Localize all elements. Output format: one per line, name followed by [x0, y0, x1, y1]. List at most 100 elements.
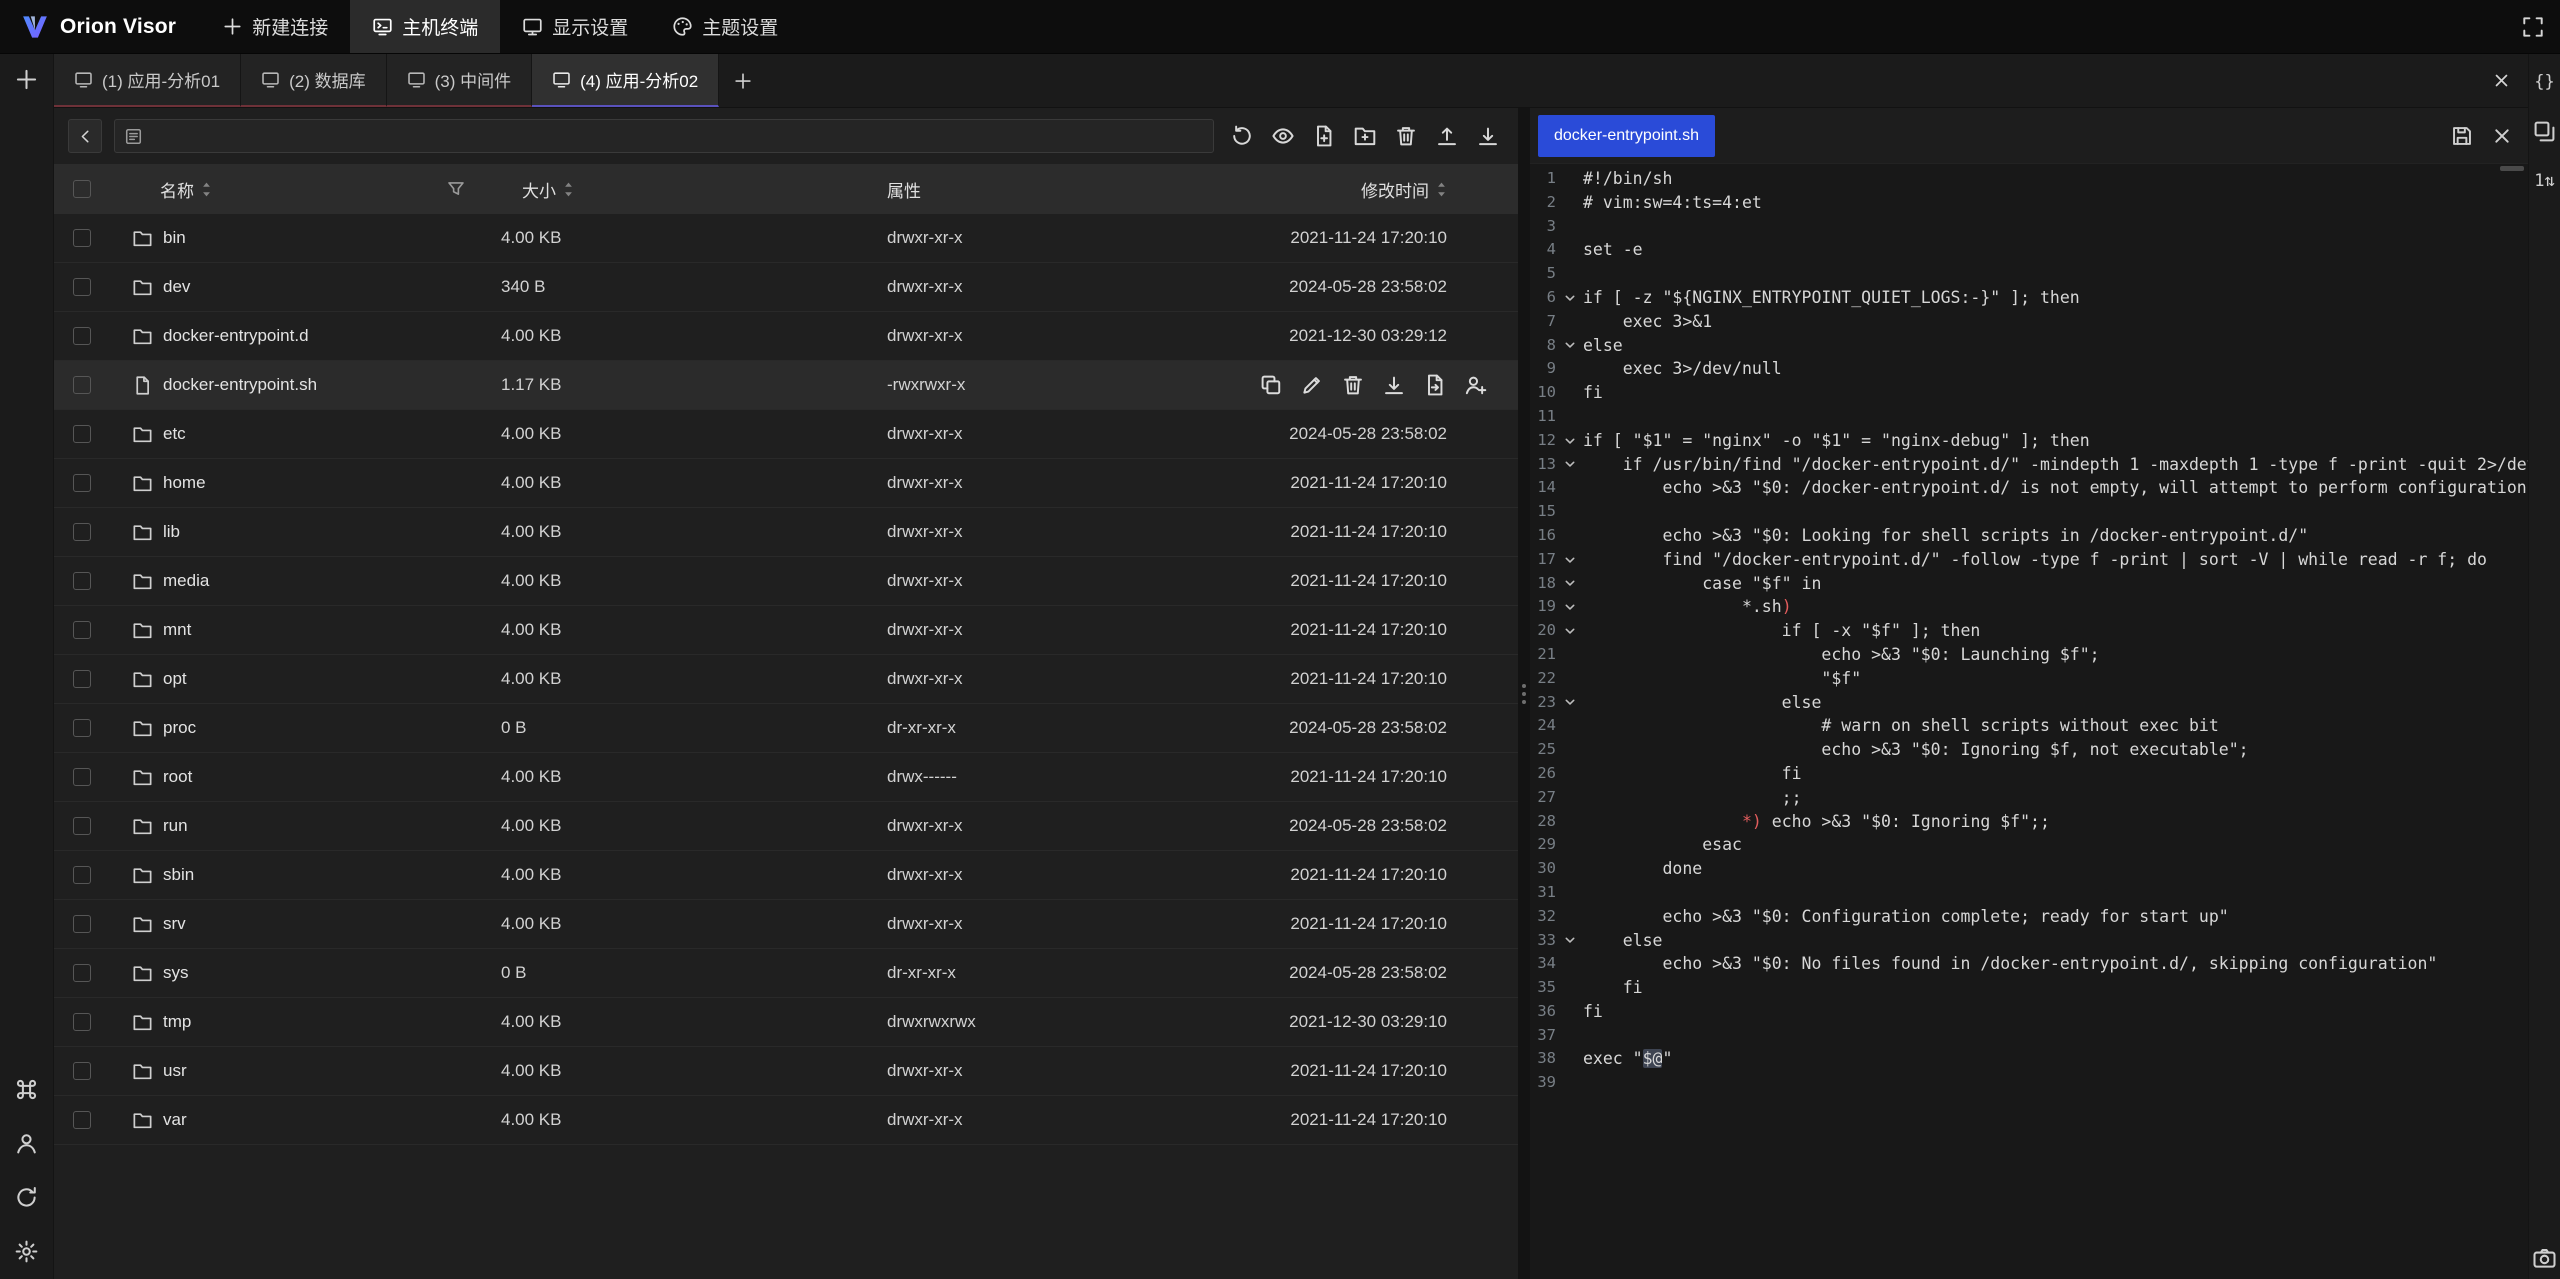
panel-resize-handle[interactable]: [1518, 108, 1530, 1279]
code-line[interactable]: 34 echo >&3 "$0: No files found in /dock…: [1530, 952, 2528, 976]
table-row[interactable]: bin4.00 KBdrwxr-xr-x2021-11-24 17:20:10: [54, 214, 1518, 263]
select-all-checkbox[interactable]: [73, 180, 91, 198]
editor-file-tab[interactable]: docker-entrypoint.sh: [1538, 115, 1715, 157]
table-row[interactable]: media4.00 KBdrwxr-xr-x2021-11-24 17:20:1…: [54, 557, 1518, 606]
delete-button[interactable]: [1394, 124, 1418, 148]
fold-toggle-icon[interactable]: [1556, 548, 1583, 572]
table-row[interactable]: var4.00 KBdrwxr-xr-x2021-11-24 17:20:10: [54, 1096, 1518, 1145]
fold-toggle-icon[interactable]: [1556, 334, 1583, 358]
code-line[interactable]: 20 if [ -x "$f" ]; then: [1530, 619, 2528, 643]
column-header-name[interactable]: 名称: [110, 164, 494, 214]
code-line[interactable]: 36fi: [1530, 1000, 2528, 1024]
code-line[interactable]: 7 exec 3>&1: [1530, 310, 2528, 334]
code-line[interactable]: 38exec "$@": [1530, 1047, 2528, 1071]
edit-button[interactable]: [1300, 373, 1324, 397]
code-line[interactable]: 32 echo >&3 "$0: Configuration complete;…: [1530, 905, 2528, 929]
camera-button[interactable]: [2532, 1246, 2557, 1271]
code-line[interactable]: 17 find "/docker-entrypoint.d/" -follow …: [1530, 548, 2528, 572]
code-line[interactable]: 3: [1530, 215, 2528, 239]
row-checkbox[interactable]: [73, 278, 91, 296]
back-button[interactable]: [68, 119, 102, 153]
add-terminal-tab-button[interactable]: [719, 54, 767, 107]
nav-item-host-terminal[interactable]: 主机终端: [350, 0, 500, 53]
terminal-tab-4[interactable]: (4) 应用-分析02: [532, 54, 719, 107]
row-checkbox[interactable]: [73, 523, 91, 541]
new-folder-button[interactable]: [1353, 124, 1377, 148]
row-checkbox[interactable]: [73, 572, 91, 590]
row-checkbox[interactable]: [73, 229, 91, 247]
close-editor-button[interactable]: [2490, 124, 2514, 148]
code-line[interactable]: 1#!/bin/sh: [1530, 167, 2528, 191]
code-line[interactable]: 9 exec 3>/dev/null: [1530, 357, 2528, 381]
terminal-tab-2[interactable]: (2) 数据库: [241, 54, 387, 107]
code-line[interactable]: 8else: [1530, 334, 2528, 358]
show-hidden-button[interactable]: [1271, 124, 1295, 148]
table-row[interactable]: srv4.00 KBdrwxr-xr-x2021-11-24 17:20:10: [54, 900, 1518, 949]
row-checkbox[interactable]: [73, 621, 91, 639]
code-line[interactable]: 29 esac: [1530, 833, 2528, 857]
code-area[interactable]: 1#!/bin/sh2# vim:sw=4:ts=4:et34set -e56i…: [1530, 164, 2528, 1279]
row-checkbox[interactable]: [73, 327, 91, 345]
terminal-tab-1[interactable]: (1) 应用-分析01: [54, 54, 241, 107]
table-row[interactable]: sbin4.00 KBdrwxr-xr-x2021-11-24 17:20:10: [54, 851, 1518, 900]
terminal-tab-3[interactable]: (3) 中间件: [387, 54, 533, 107]
code-line[interactable]: 39: [1530, 1071, 2528, 1095]
close-session-button[interactable]: [2491, 54, 2512, 107]
fold-toggle-icon[interactable]: [1556, 286, 1583, 310]
fold-toggle-icon[interactable]: [1556, 453, 1583, 477]
code-line[interactable]: 22 "$f": [1530, 667, 2528, 691]
table-row[interactable]: docker-entrypoint.d4.00 KBdrwxr-xr-x2021…: [54, 312, 1518, 361]
layers-button[interactable]: [2532, 119, 2557, 144]
refresh-button[interactable]: [1230, 124, 1254, 148]
code-line[interactable]: 30 done: [1530, 857, 2528, 881]
code-line[interactable]: 5: [1530, 262, 2528, 286]
code-line[interactable]: 2# vim:sw=4:ts=4:et: [1530, 191, 2528, 215]
code-line[interactable]: 31: [1530, 881, 2528, 905]
table-row[interactable]: usr4.00 KBdrwxr-xr-x2021-11-24 17:20:10: [54, 1047, 1518, 1096]
nav-item-new-connection[interactable]: 新建连接: [200, 0, 350, 53]
code-line[interactable]: 13 if /usr/bin/find "/docker-entrypoint.…: [1530, 453, 2528, 477]
user-button[interactable]: [14, 1131, 39, 1156]
code-line[interactable]: 35 fi: [1530, 976, 2528, 1000]
table-row[interactable]: sys0 Bdr-xr-xr-x2024-05-28 23:58:02: [54, 949, 1518, 998]
code-line[interactable]: 4set -e: [1530, 238, 2528, 262]
code-line[interactable]: 18 case "$f" in: [1530, 572, 2528, 596]
sort-icon[interactable]: [563, 181, 574, 198]
sort-icon[interactable]: [1436, 181, 1447, 198]
row-checkbox[interactable]: [73, 768, 91, 786]
code-line[interactable]: 16 echo >&3 "$0: Looking for shell scrip…: [1530, 524, 2528, 548]
table-row[interactable]: etc4.00 KBdrwxr-xr-x2024-05-28 23:58:02: [54, 410, 1518, 459]
code-line[interactable]: 11: [1530, 405, 2528, 429]
fold-toggle-icon[interactable]: [1556, 429, 1583, 453]
path-input[interactable]: [151, 127, 1204, 145]
fold-toggle-icon[interactable]: [1556, 595, 1583, 619]
table-row[interactable]: lib4.00 KBdrwxr-xr-x2021-11-24 17:20:10: [54, 508, 1518, 557]
code-line[interactable]: 28 *) echo >&3 "$0: Ignoring $f";;: [1530, 810, 2528, 834]
code-line[interactable]: 26 fi: [1530, 762, 2528, 786]
row-checkbox[interactable]: [73, 719, 91, 737]
code-line[interactable]: 24 # warn on shell scripts without exec …: [1530, 714, 2528, 738]
shortcuts-button[interactable]: [14, 1077, 39, 1102]
nav-item-display-settings[interactable]: 显示设置: [500, 0, 650, 53]
line-numbers-button[interactable]: 1⇅: [2534, 171, 2554, 191]
fold-toggle-icon[interactable]: [1556, 929, 1583, 953]
scrollbar-thumb[interactable]: [2500, 166, 2524, 171]
fold-toggle-icon[interactable]: [1556, 691, 1583, 715]
row-checkbox[interactable]: [73, 964, 91, 982]
column-header-size[interactable]: 大小: [494, 164, 884, 214]
code-line[interactable]: 23 else: [1530, 691, 2528, 715]
fold-toggle-icon[interactable]: [1556, 619, 1583, 643]
table-row[interactable]: tmp4.00 KBdrwxrwxrwx2021-12-30 03:29:10: [54, 998, 1518, 1047]
code-line[interactable]: 21 echo >&3 "$0: Launching $f";: [1530, 643, 2528, 667]
code-line[interactable]: 25 echo >&3 "$0: Ignoring $f, not execut…: [1530, 738, 2528, 762]
filter-icon[interactable]: [446, 179, 466, 199]
upload-button[interactable]: [1435, 124, 1459, 148]
new-file-button[interactable]: [1312, 124, 1336, 148]
add-connection-button[interactable]: [14, 67, 39, 92]
sort-icon[interactable]: [201, 181, 212, 198]
code-line[interactable]: 6if [ -z "${NGINX_ENTRYPOINT_QUIET_LOGS:…: [1530, 286, 2528, 310]
copy-button[interactable]: [1259, 373, 1283, 397]
move-button[interactable]: [1423, 373, 1447, 397]
row-checkbox[interactable]: [73, 866, 91, 884]
code-line[interactable]: 10fi: [1530, 381, 2528, 405]
